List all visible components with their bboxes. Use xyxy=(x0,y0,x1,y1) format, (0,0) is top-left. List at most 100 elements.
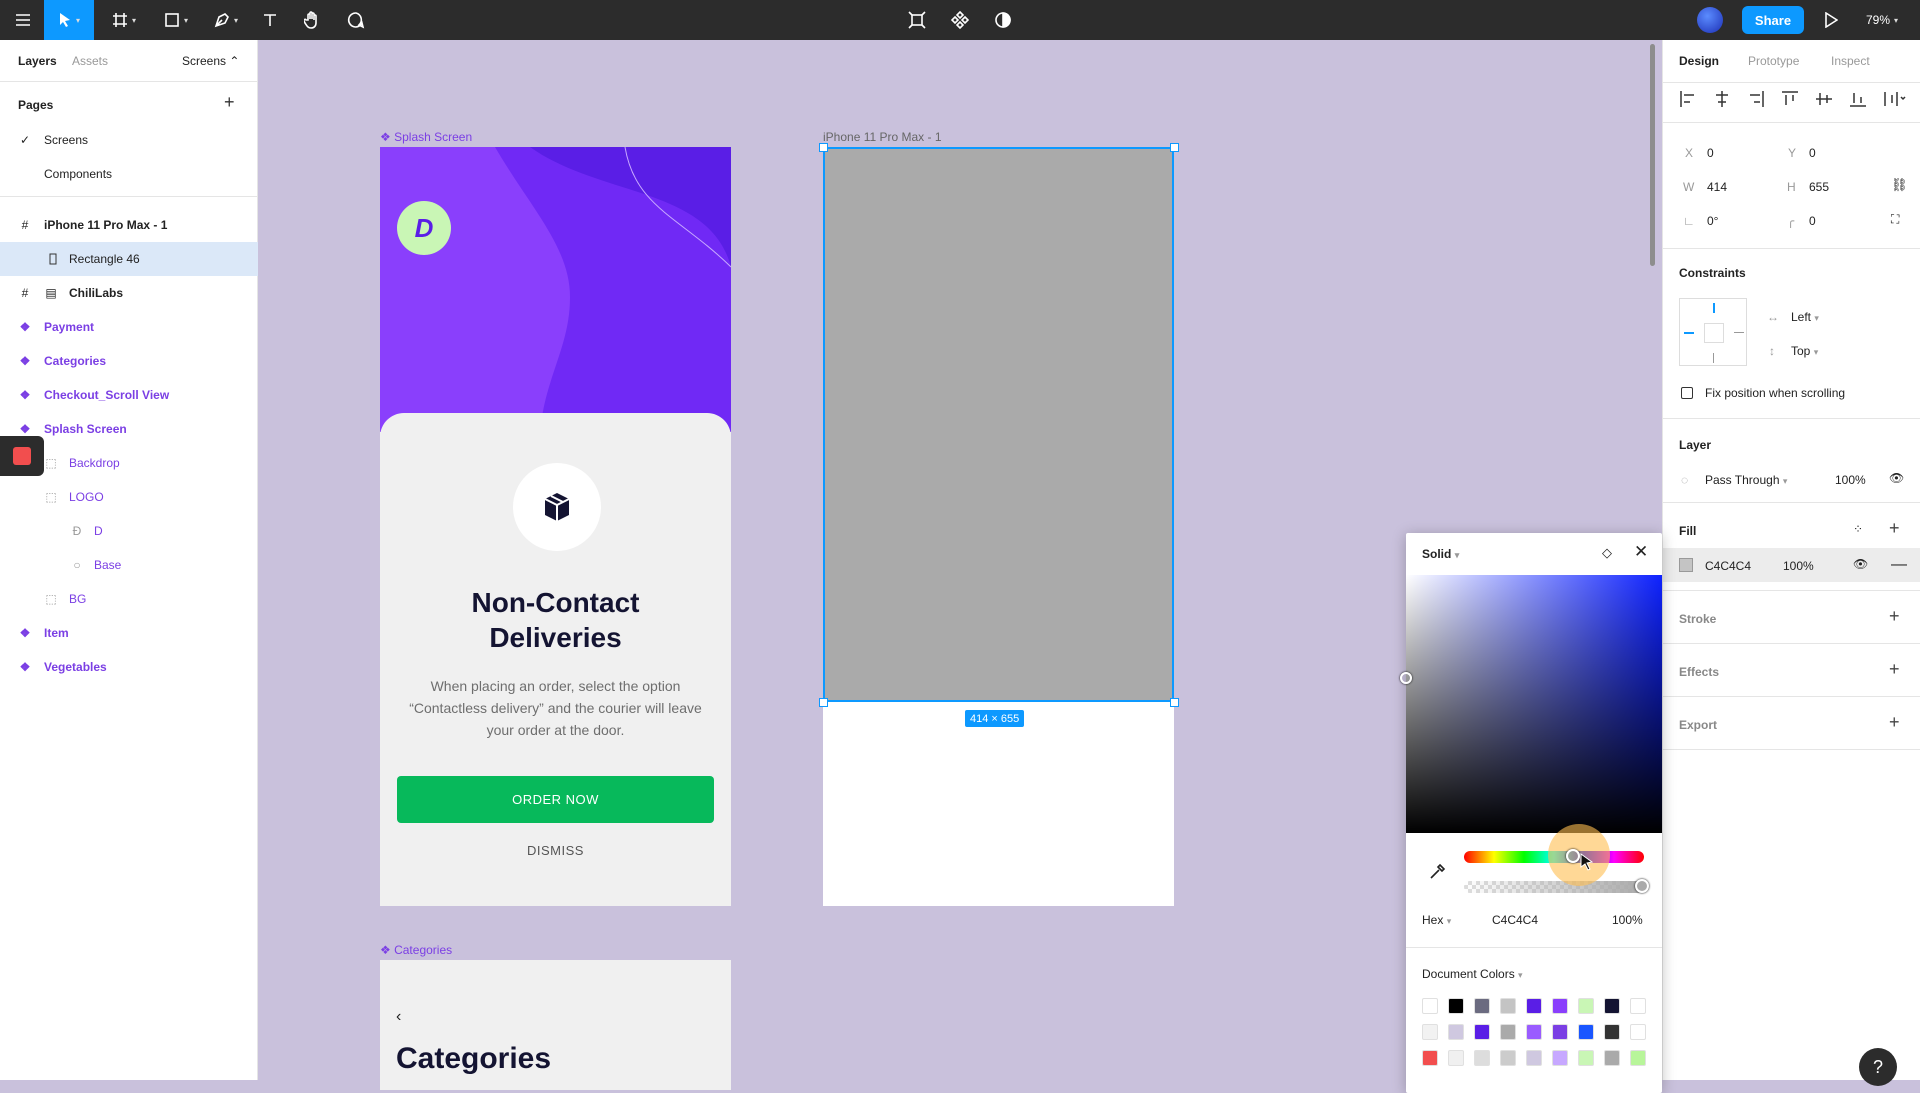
close-icon[interactable]: ✕ xyxy=(1634,542,1648,562)
page-item-screens[interactable]: ✓ Screens xyxy=(0,123,258,157)
add-stroke-button[interactable]: + xyxy=(1889,606,1900,627)
main-menu-button[interactable] xyxy=(8,0,38,40)
color-swatch[interactable] xyxy=(1630,1050,1646,1066)
color-swatch[interactable] xyxy=(1552,1024,1568,1040)
layer-row[interactable]: ❖ Vegetables xyxy=(0,650,258,684)
order-now-button[interactable]: ORDER NOW xyxy=(397,776,714,823)
color-swatch[interactable] xyxy=(1604,998,1620,1014)
color-swatch[interactable] xyxy=(1578,998,1594,1014)
width-input[interactable]: 414 xyxy=(1707,180,1727,194)
saturation-knob[interactable] xyxy=(1400,672,1412,684)
add-export-button[interactable]: + xyxy=(1889,712,1900,733)
canvas-scrollbar[interactable] xyxy=(1650,44,1655,266)
share-button[interactable]: Share xyxy=(1742,6,1804,34)
color-swatch[interactable] xyxy=(1526,1050,1542,1066)
blend-drop-icon[interactable]: ◇ xyxy=(1602,545,1612,561)
tab-assets[interactable]: Assets xyxy=(72,54,108,68)
text-tool-button[interactable] xyxy=(258,0,282,40)
layer-row-selected[interactable]: Rectangle 46 xyxy=(0,242,258,276)
frame-label-categories[interactable]: ❖ Categories xyxy=(380,943,452,957)
color-swatch[interactable] xyxy=(1526,998,1542,1014)
color-swatch[interactable] xyxy=(1500,1024,1516,1040)
add-effect-button[interactable]: + xyxy=(1889,659,1900,680)
color-swatch[interactable] xyxy=(1448,1050,1464,1066)
color-swatch[interactable] xyxy=(1630,1024,1646,1040)
hand-tool-button[interactable] xyxy=(300,0,324,40)
user-avatar[interactable] xyxy=(1697,7,1723,33)
align-right-icon[interactable] xyxy=(1747,90,1765,108)
left-constraint[interactable] xyxy=(1684,332,1694,334)
hue-knob[interactable] xyxy=(1566,849,1580,863)
layer-row[interactable]: ❖ Categories xyxy=(0,344,258,378)
layer-row[interactable]: # ▤ ChiliLabs xyxy=(0,276,258,310)
categories-frame[interactable]: ‹ Categories xyxy=(380,960,731,1090)
splash-screen-frame[interactable]: D Non-Contact Deliveries When placing an… xyxy=(380,147,731,906)
blend-mode-select[interactable]: Pass Through ▾ xyxy=(1705,473,1787,487)
frame-label-splash[interactable]: ❖ Splash Screen xyxy=(380,130,472,144)
align-center-v-icon[interactable] xyxy=(1815,90,1833,108)
saturation-value-area[interactable] xyxy=(1400,575,1662,833)
x-input[interactable]: 0 xyxy=(1707,146,1714,160)
tab-inspect[interactable]: Inspect xyxy=(1831,54,1870,68)
constraints-widget[interactable] xyxy=(1679,298,1747,366)
move-tool-button[interactable]: ▾ xyxy=(44,0,94,40)
frame-label-iphone[interactable]: iPhone 11 Pro Max - 1 xyxy=(823,130,942,144)
eye-icon[interactable]: 👁 xyxy=(1889,471,1904,485)
horizontal-constraint-select[interactable]: Left ▾ xyxy=(1791,310,1819,324)
color-swatch[interactable] xyxy=(1578,1024,1594,1040)
alpha-slider[interactable] xyxy=(1464,881,1644,893)
add-page-button[interactable]: + xyxy=(224,92,235,113)
help-button[interactable]: ? xyxy=(1859,1048,1897,1086)
top-constraint[interactable] xyxy=(1713,303,1715,313)
color-swatch[interactable] xyxy=(1448,998,1464,1014)
color-swatch[interactable] xyxy=(1448,1024,1464,1040)
color-swatch[interactable] xyxy=(1474,1050,1490,1066)
fill-hex[interactable]: C4C4C4 xyxy=(1705,559,1751,573)
align-center-h-icon[interactable] xyxy=(1713,90,1731,108)
hex-input[interactable]: C4C4C4 xyxy=(1492,913,1538,927)
remove-fill-icon[interactable]: — xyxy=(1891,556,1907,574)
color-swatch[interactable] xyxy=(1552,1050,1568,1066)
component-frame-button[interactable] xyxy=(905,0,929,40)
color-swatch[interactable] xyxy=(1500,1050,1516,1066)
layer-row[interactable]: # iPhone 11 Pro Max - 1 xyxy=(0,208,258,242)
color-swatch[interactable] xyxy=(1474,998,1490,1014)
layer-row[interactable]: ❖ Payment xyxy=(0,310,258,344)
corner-radius-input[interactable]: 0 xyxy=(1809,214,1816,228)
color-swatch[interactable] xyxy=(1578,1050,1594,1066)
opacity-input[interactable]: 100% xyxy=(1612,913,1643,927)
fill-row[interactable]: C4C4C4 100% 👁 — xyxy=(1663,548,1920,582)
color-swatch[interactable] xyxy=(1500,998,1516,1014)
back-arrow-icon[interactable]: ‹ xyxy=(396,1008,401,1026)
shape-tool-button[interactable]: ▾ xyxy=(158,0,194,40)
resize-handle[interactable] xyxy=(1170,143,1179,152)
document-colors-select[interactable]: Document Colors ▾ xyxy=(1422,967,1523,981)
rectangle-46[interactable] xyxy=(823,147,1174,702)
mask-button[interactable] xyxy=(991,0,1015,40)
layer-row[interactable]: ○ Base xyxy=(0,548,258,582)
fix-position-checkbox[interactable] xyxy=(1681,387,1693,399)
tab-design[interactable]: Design xyxy=(1679,54,1719,68)
comment-tool-button[interactable] xyxy=(344,0,368,40)
color-swatch[interactable] xyxy=(1604,1050,1620,1066)
zoom-dropdown[interactable]: 79% ▾ xyxy=(1866,0,1898,40)
page-item-components[interactable]: Components xyxy=(0,157,258,191)
color-swatch[interactable] xyxy=(1422,1024,1438,1040)
present-button[interactable] xyxy=(1818,0,1844,40)
tab-prototype[interactable]: Prototype xyxy=(1748,54,1799,68)
fill-opacity[interactable]: 100% xyxy=(1783,559,1814,573)
rotation-input[interactable]: 0° xyxy=(1707,214,1718,228)
fill-swatch[interactable] xyxy=(1679,558,1693,572)
alpha-knob[interactable] xyxy=(1635,879,1649,893)
distribute-icon[interactable] xyxy=(1883,90,1909,108)
right-constraint[interactable] xyxy=(1734,332,1744,333)
color-swatch[interactable] xyxy=(1552,998,1568,1014)
align-top-icon[interactable] xyxy=(1781,90,1799,108)
color-swatch[interactable] xyxy=(1604,1024,1620,1040)
vertical-constraint-select[interactable]: Top ▾ xyxy=(1791,344,1818,358)
layer-row[interactable]: ❖ Item xyxy=(0,616,258,650)
page-switcher[interactable]: Screens ⌃ xyxy=(182,54,239,68)
create-component-button[interactable] xyxy=(948,0,972,40)
resize-handle[interactable] xyxy=(1170,698,1179,707)
tab-layers[interactable]: Layers xyxy=(18,54,57,68)
